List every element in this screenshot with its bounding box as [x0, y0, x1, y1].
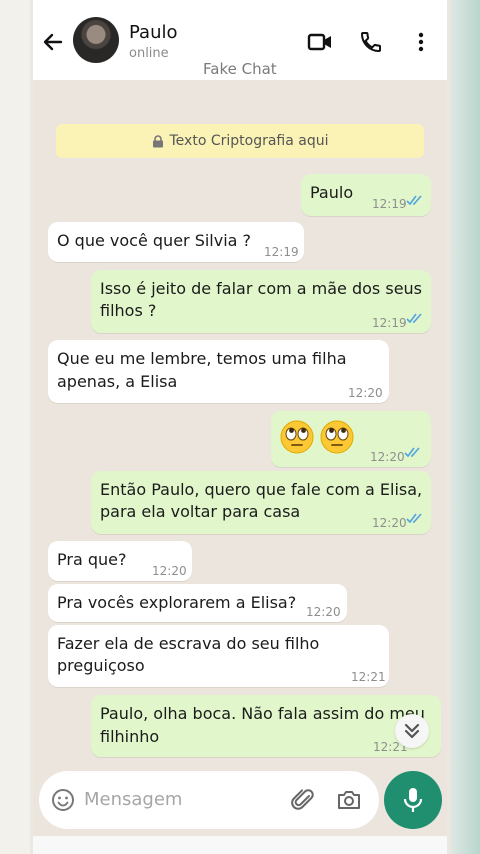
message-time: 12:20: [306, 605, 341, 619]
message-time: 12:20: [152, 564, 187, 578]
contact-name[interactable]: Paulo: [129, 22, 178, 43]
chat-screen: Paulo online Fake Chat Texto Criptografi…: [33, 0, 447, 854]
message-text: Pra vocês explorarem a Elisa?: [57, 593, 297, 612]
message-time: 12:19: [372, 316, 407, 330]
emoji-icon[interactable]: [51, 788, 75, 812]
message-bubble[interactable]: 12:20: [271, 411, 431, 467]
attach-icon[interactable]: [291, 787, 317, 813]
message-bubble[interactable]: Paulo, olha boca. Não fala assim do meu …: [91, 695, 441, 757]
message-text: Paulo, olha boca. Não fala assim do meu: [100, 704, 425, 723]
mic-icon: [403, 788, 423, 812]
message-text: Fazer ela de escrava do seu filho: [57, 634, 320, 653]
message-time: 12:20: [348, 386, 383, 400]
message-text: Pra que?: [57, 550, 127, 569]
system-nav-bar: [33, 836, 447, 854]
message-text: Que eu me lembre, temos uma filha: [57, 349, 347, 368]
message-text: Paulo: [310, 183, 354, 202]
encryption-notice-text: Texto Criptografia aqui: [169, 133, 329, 149]
avatar[interactable]: [73, 17, 119, 63]
message-bubble[interactable]: O que você quer Silvia ? 12:19: [48, 222, 304, 262]
message-text: Então Paulo, quero que fale com a Elisa,: [100, 480, 423, 499]
back-arrow-icon[interactable]: [41, 30, 65, 54]
read-ticks-icon: [406, 195, 422, 206]
caption-text: Fake Chat: [203, 60, 277, 78]
message-text: filhinho: [100, 727, 160, 746]
message-time: 12:20: [370, 450, 405, 464]
message-text: preguiçoso: [57, 656, 145, 675]
rolling-eyes-emoji-icon: [280, 420, 314, 454]
message-bubble[interactable]: Então Paulo, quero que fale com a Elisa,…: [91, 471, 431, 534]
video-call-icon[interactable]: [307, 30, 333, 54]
contact-status: online: [129, 46, 169, 61]
message-bubble[interactable]: Pra vocês explorarem a Elisa? 12:20: [48, 584, 347, 622]
message-time: 12:21: [351, 670, 386, 684]
lock-icon: [152, 134, 163, 147]
message-text: para ela voltar para casa: [100, 502, 301, 521]
read-ticks-icon: [406, 513, 422, 524]
phone-icon[interactable]: [358, 30, 384, 54]
message-text: apenas, a Elisa: [57, 372, 178, 391]
encryption-notice: Texto Criptografia aqui: [56, 124, 424, 158]
message-text: O que você quer Silvia ?: [57, 231, 252, 250]
message-bubble[interactable]: Que eu me lembre, temos uma filha apenas…: [48, 340, 389, 403]
camera-icon[interactable]: [336, 787, 362, 813]
message-placeholder: Mensagem: [84, 789, 183, 810]
message-input[interactable]: Mensagem: [39, 771, 379, 829]
read-ticks-icon: [406, 313, 422, 324]
more-options-icon[interactable]: [409, 30, 433, 54]
chevron-double-down-icon: [404, 723, 420, 739]
message-bubble[interactable]: Pra que? 12:20: [48, 541, 192, 581]
message-text: filhos ?: [100, 301, 157, 320]
message-bubble[interactable]: Isso é jeito de falar com a mãe dos seus…: [91, 270, 431, 333]
message-text: Isso é jeito de falar com a mãe dos seus: [100, 279, 423, 298]
chat-header: Paulo online Fake Chat: [33, 0, 447, 80]
message-bubble[interactable]: Paulo 12:19: [301, 174, 431, 216]
message-bubble[interactable]: Fazer ela de escrava do seu filho pregui…: [48, 625, 389, 687]
message-time: 12:20: [372, 516, 407, 530]
message-time: 12:19: [372, 197, 407, 211]
mic-button[interactable]: [384, 771, 442, 829]
scroll-to-bottom-button[interactable]: [395, 714, 429, 748]
read-ticks-icon: [404, 447, 420, 458]
message-time: 12:19: [264, 245, 299, 259]
rolling-eyes-emoji-icon: [320, 420, 354, 454]
